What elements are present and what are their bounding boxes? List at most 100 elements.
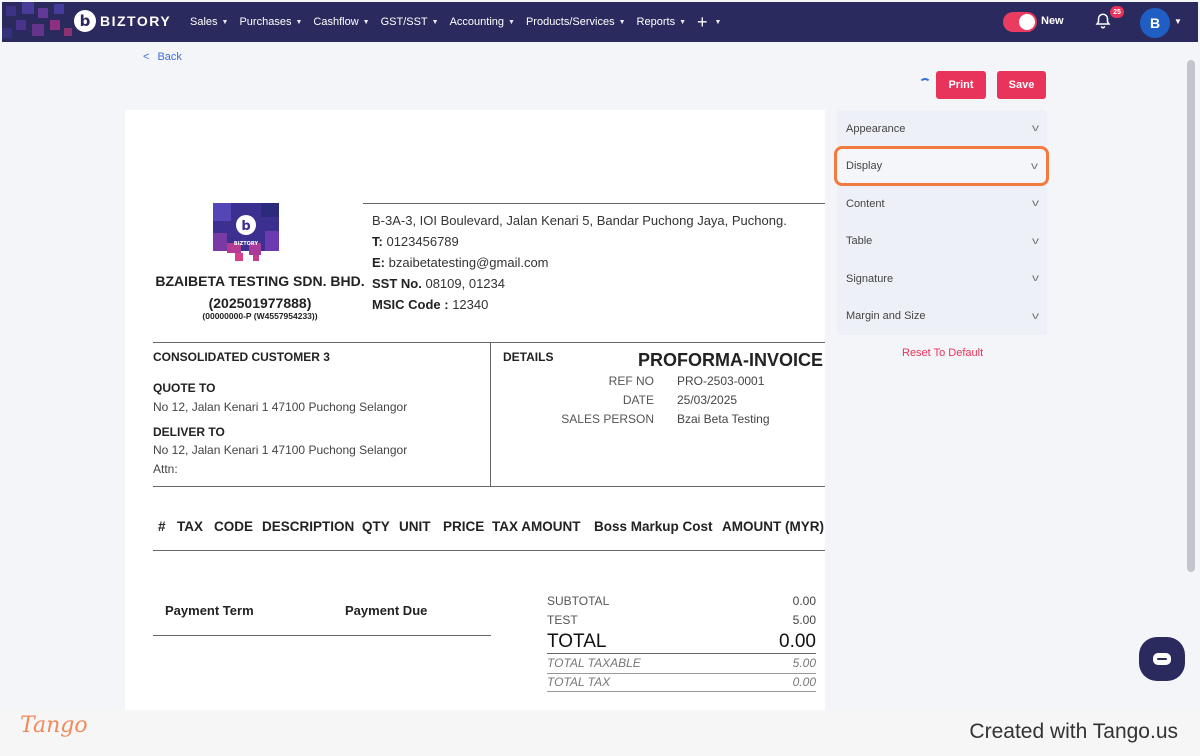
chevron-down-icon: ▼ [508, 18, 515, 26]
msic-code: 12340 [452, 297, 489, 312]
company-address-block: B-3A-3, IOI Boulevard, Jalan Kenari 5, B… [372, 210, 787, 315]
email-label: E: [372, 255, 385, 270]
msic-label: MSIC Code : [372, 297, 449, 312]
customer-name: CONSOLIDATED CUSTOMER 3 [153, 350, 330, 364]
column-header: TAX AMOUNT [492, 519, 581, 534]
main-menu: Sales ▼ Purchases ▼ Cashflow ▼ GST/SST ▼ Acc… [190, 2, 732, 42]
menu-products-services[interactable]: Products/Services ▼ [526, 16, 626, 28]
payment-due-label: Payment Due [345, 603, 428, 618]
total-taxable-value: 5.00 [792, 656, 816, 670]
total-taxable-label: TOTAL TAXABLE [547, 656, 641, 670]
menu-reports[interactable]: Reports ▼ [637, 16, 686, 28]
panel-item-margin-and-size[interactable]: Margin and Size v [837, 298, 1047, 336]
company-address: B-3A-3, IOI Boulevard, Jalan Kenari 5, B… [372, 213, 787, 228]
menu-gst-sst[interactable]: GST/SST ▼ [381, 16, 439, 28]
total-tax-label: TOTAL TAX [547, 675, 611, 689]
brand-logo[interactable]: b BIZTORY [74, 10, 171, 32]
panel-item-signature[interactable]: Signature v [837, 260, 1047, 298]
divider [547, 653, 816, 654]
column-header: QTY [362, 519, 390, 534]
menu-cashflow[interactable]: Cashflow ▼ [313, 16, 369, 28]
divider [153, 486, 825, 487]
total-value: 0.00 [779, 631, 816, 652]
column-header: AMOUNT (MYR) [722, 519, 824, 534]
panel-item-content[interactable]: Content v [837, 185, 1047, 223]
menu-accounting[interactable]: Accounting ▼ [450, 16, 515, 28]
attn-label: Attn: [153, 462, 178, 476]
chevron-down-icon: ▼ [679, 18, 687, 26]
tango-logo: Tango [20, 713, 88, 738]
divider [547, 691, 816, 692]
print-button[interactable]: Print [936, 71, 986, 99]
chevron-down-icon: ▼ [618, 18, 626, 26]
chat-icon [1153, 653, 1171, 665]
toggle-knob [1019, 14, 1035, 30]
chevron-down-icon: v [1032, 198, 1039, 210]
chevron-down-icon: ▼ [431, 18, 439, 26]
total-label: TOTAL [547, 631, 607, 652]
date: 25/03/2025 [677, 393, 738, 407]
panel-item-display[interactable]: Display v [834, 146, 1049, 186]
panel-item-table[interactable]: Table v [837, 223, 1047, 261]
column-header: PRICE [443, 519, 485, 534]
chevron-down-icon: ▼ [295, 18, 303, 26]
test-label: TEST [547, 613, 578, 627]
divider [153, 550, 825, 551]
subtotal-value: 0.00 [792, 594, 816, 608]
menu-purchases[interactable]: Purchases ▼ [239, 16, 302, 28]
chat-button[interactable] [1139, 637, 1185, 681]
date-label: DATE [622, 393, 654, 407]
panel-item-appearance[interactable]: Appearance v [837, 110, 1047, 148]
quote-to-address: No 12, Jalan Kenari 1 47100 Puchong Sela… [153, 400, 408, 414]
divider [490, 342, 491, 486]
settings-panel: Appearance v Content v Table v Signature v M… [837, 110, 1047, 335]
new-ui-toggle[interactable] [1003, 12, 1037, 32]
chevron-down-icon: v [1031, 160, 1038, 172]
details-label: DETAILS [503, 350, 554, 364]
column-header: UNIT [399, 519, 431, 534]
menu-sales[interactable]: Sales ▼ [190, 16, 228, 28]
sst-number: 08109, 01234 [425, 276, 505, 291]
chevron-down-icon[interactable]: ▼ [1174, 17, 1182, 26]
payment-term-label: Payment Term [165, 603, 254, 618]
divider [153, 635, 491, 636]
column-header: TAX [177, 519, 203, 534]
chevron-down-icon: v [1032, 123, 1039, 135]
chevron-down-icon: ▼ [714, 18, 722, 26]
company-name: BZAIBETA TESTING SDN. BHD.(202501977888) [155, 273, 365, 311]
column-header: # [158, 519, 166, 534]
ref-no: PRO-2503-0001 [677, 374, 765, 388]
back-link[interactable]: < Back [143, 51, 182, 63]
column-header: DESCRIPTION [262, 519, 355, 534]
bell-icon[interactable] [1094, 12, 1112, 30]
svg-text:b: b [241, 219, 250, 234]
chevron-left-icon: < [143, 51, 150, 63]
invoice-preview: b BIZTORY BZAIBETA TESTING SDN. BHD.(202… [125, 110, 825, 710]
menu-add[interactable]: + ▼ [697, 12, 721, 33]
sales-person-label: SALES PERSON [561, 412, 654, 426]
chevron-down-icon: ▼ [362, 18, 370, 26]
deliver-to-label: DELIVER TO [153, 425, 225, 439]
created-with-tango: Created with Tango.us [969, 720, 1178, 743]
scrollbar[interactable] [1187, 60, 1195, 572]
divider [363, 203, 825, 204]
chevron-down-icon: v [1032, 273, 1039, 285]
sales-person: Bzai Beta Testing [677, 412, 770, 426]
save-button[interactable]: Save [997, 71, 1046, 99]
subtotal-label: SUBTOTAL [547, 594, 610, 608]
ref-no-label: REF NO [608, 374, 654, 388]
column-header: CODE [214, 519, 254, 534]
quote-to-label: QUOTE TO [153, 381, 216, 395]
reset-to-default-link[interactable]: Reset To Default [902, 347, 983, 359]
company-phone: 0123456789 [386, 234, 459, 249]
avatar[interactable]: B [1140, 8, 1170, 38]
divider [153, 342, 825, 343]
sst-label: SST No. [372, 276, 422, 291]
company-registration: (00000000-P (W4557954233)) [202, 311, 318, 321]
phone-label: T: [372, 234, 383, 249]
brand-name: BIZTORY [100, 13, 172, 29]
panel-item-display-row: Display v [846, 160, 1038, 172]
chevron-down-icon: v [1032, 310, 1039, 322]
divider [547, 673, 816, 674]
company-email: bzaibetatesting@gmail.com [388, 255, 549, 270]
